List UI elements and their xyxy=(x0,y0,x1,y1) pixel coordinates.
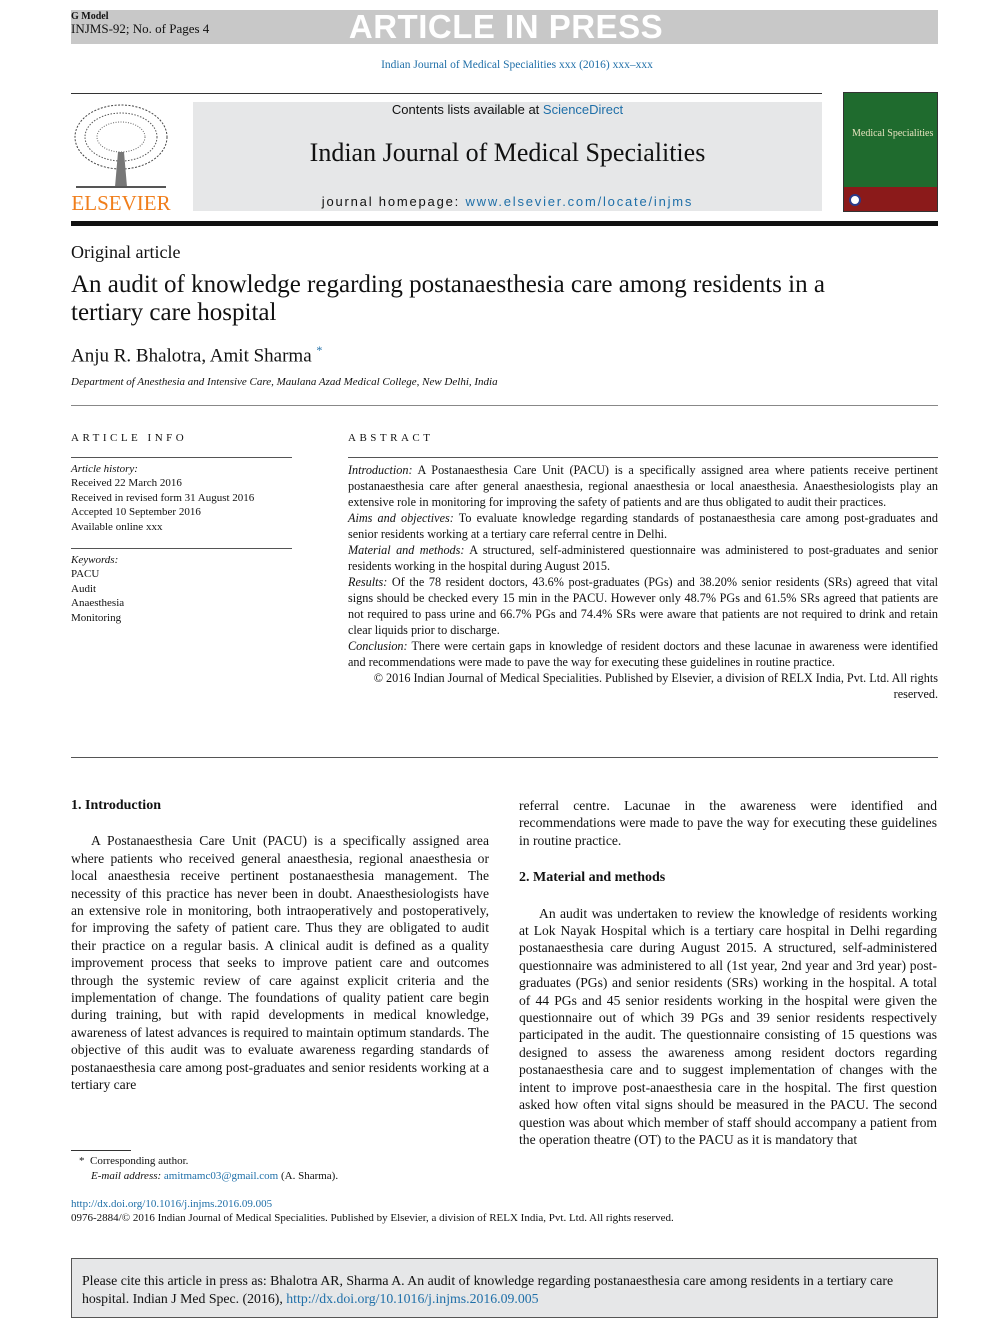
article-in-press-title: ARTICLE IN PRESS xyxy=(348,8,664,45)
body-paragraph: referral centre. Lacunae in the awarenes… xyxy=(519,798,937,848)
body-column-left: 1. Introduction A Postanaesthesia Care U… xyxy=(71,797,489,1094)
divider xyxy=(348,457,938,458)
history-label: Article history: xyxy=(71,463,138,475)
section-text: A Postanaesthesia Care Unit (PACU) is a … xyxy=(348,463,938,509)
citation-doi-link[interactable]: http://dx.doi.org/10.1016/j.injms.2016.0… xyxy=(286,1291,538,1306)
journal-citation-link[interactable]: Indian Journal of Medical Specialities x… xyxy=(0,59,992,71)
email-suffix: (A. Sharma). xyxy=(278,1170,339,1182)
footnote-mark: * xyxy=(79,1155,85,1167)
divider xyxy=(71,548,292,549)
abstract-aims: Aims and objectives: To evaluate knowled… xyxy=(348,510,938,542)
article-type: Original article xyxy=(71,242,181,262)
keywords: Keywords: PACU Audit Anaesthesia Monitor… xyxy=(71,553,124,625)
abstract-results: Results: Of the 78 resident doctors, 43.… xyxy=(348,574,938,638)
abstract-introduction: Introduction: A Postanaesthesia Care Uni… xyxy=(348,462,938,510)
history-revised: Received in revised form 31 August 2016 xyxy=(71,491,255,504)
section-label: Conclusion: xyxy=(348,639,408,653)
footnote-divider xyxy=(71,1150,131,1151)
body-paragraph: A Postanaesthesia Care Unit (PACU) is a … xyxy=(71,833,489,1093)
contents-line: Contents lists available at ScienceDirec… xyxy=(193,102,822,117)
divider xyxy=(71,405,938,406)
section-text: There were certain gaps in knowledge of … xyxy=(348,639,938,669)
journal-homepage: journal homepage: www.elsevier.com/locat… xyxy=(193,194,822,209)
divider xyxy=(71,757,938,758)
history-online: Available online xxx xyxy=(71,520,163,533)
abstract-copyright: © 2016 Indian Journal of Medical Special… xyxy=(373,671,938,701)
footnote: * Corresponding author. E-mail address: … xyxy=(71,1154,338,1184)
issn-copyright: 0976-2884/© 2016 Indian Journal of Medic… xyxy=(71,1212,674,1224)
history-received: Received 22 March 2016 xyxy=(71,477,182,490)
body-column-right: referral centre. Lacunae in the awarenes… xyxy=(519,797,937,1148)
history-accepted: Accepted 10 September 2016 xyxy=(71,506,201,519)
journal-name: Indian Journal of Medical Specialities xyxy=(309,138,706,167)
contents-prefix: Contents lists available at xyxy=(391,102,543,117)
abstract: Introduction: A Postanaesthesia Care Uni… xyxy=(348,462,938,702)
corresponding-author-link[interactable]: * xyxy=(316,343,322,357)
homepage-link[interactable]: www.elsevier.com/locate/injms xyxy=(465,194,693,209)
section-label: Introduction: xyxy=(348,463,413,477)
keywords-label: Keywords: xyxy=(71,554,119,566)
doi-link[interactable]: http://dx.doi.org/10.1016/j.injms.2016.0… xyxy=(71,1198,272,1210)
section-label: Aims and objectives: xyxy=(348,511,454,525)
keyword: Anaesthesia xyxy=(71,597,125,610)
section-label: Material and methods: xyxy=(348,543,465,557)
divider xyxy=(71,457,292,458)
affiliation: Department of Anesthesia and Intensive C… xyxy=(71,376,498,388)
keyword: Audit xyxy=(71,582,97,595)
email-label: E-mail address: xyxy=(91,1170,162,1182)
body-paragraph: An audit was undertaken to review the kn… xyxy=(519,905,937,1147)
author-names: Anju R. Bhalotra, Amit Sharma xyxy=(71,345,312,367)
keyword: Monitoring xyxy=(71,611,122,624)
article-info-heading: ARTICLE INFO xyxy=(71,432,188,444)
abstract-methods: Material and methods: A structured, self… xyxy=(348,542,938,574)
sciencedirect-link[interactable]: ScienceDirect xyxy=(543,102,623,117)
journal-cover-image: Medical Specialities xyxy=(843,92,938,212)
section-heading-introduction: 1. Introduction xyxy=(71,798,161,813)
divider xyxy=(71,221,938,226)
journal-banner: Contents lists available at ScienceDirec… xyxy=(193,102,822,211)
svg-text:ELSEVIER: ELSEVIER xyxy=(71,191,170,214)
authors: Anju R. Bhalotra, Amit Sharma * xyxy=(71,343,322,367)
homepage-label: journal homepage: xyxy=(321,194,466,209)
section-text: Of the 78 resident doctors, 43.6% post-g… xyxy=(348,575,938,637)
keyword: PACU xyxy=(71,568,100,581)
cover-title: Medical Specialities xyxy=(852,128,934,139)
elsevier-tree-icon: ELSEVIER xyxy=(71,104,171,215)
section-label: Results: xyxy=(348,575,388,589)
abstract-conclusion: Conclusion: There were certain gaps in k… xyxy=(348,638,938,670)
footnote-label: Corresponding author. xyxy=(90,1155,189,1167)
abstract-heading: ABSTRACT xyxy=(348,432,434,444)
article-title: An audit of knowledge regarding postanae… xyxy=(71,271,825,326)
elsevier-logo: ELSEVIER xyxy=(71,102,171,215)
divider xyxy=(71,93,822,94)
email-link[interactable]: amitmamc03@gmail.com xyxy=(164,1170,278,1182)
article-history: Article history: Received 22 March 2016 … xyxy=(71,462,254,534)
citation-box: Please cite this article in press as: Bh… xyxy=(71,1258,938,1318)
section-heading-methods: 2. Material and methods xyxy=(519,870,666,886)
